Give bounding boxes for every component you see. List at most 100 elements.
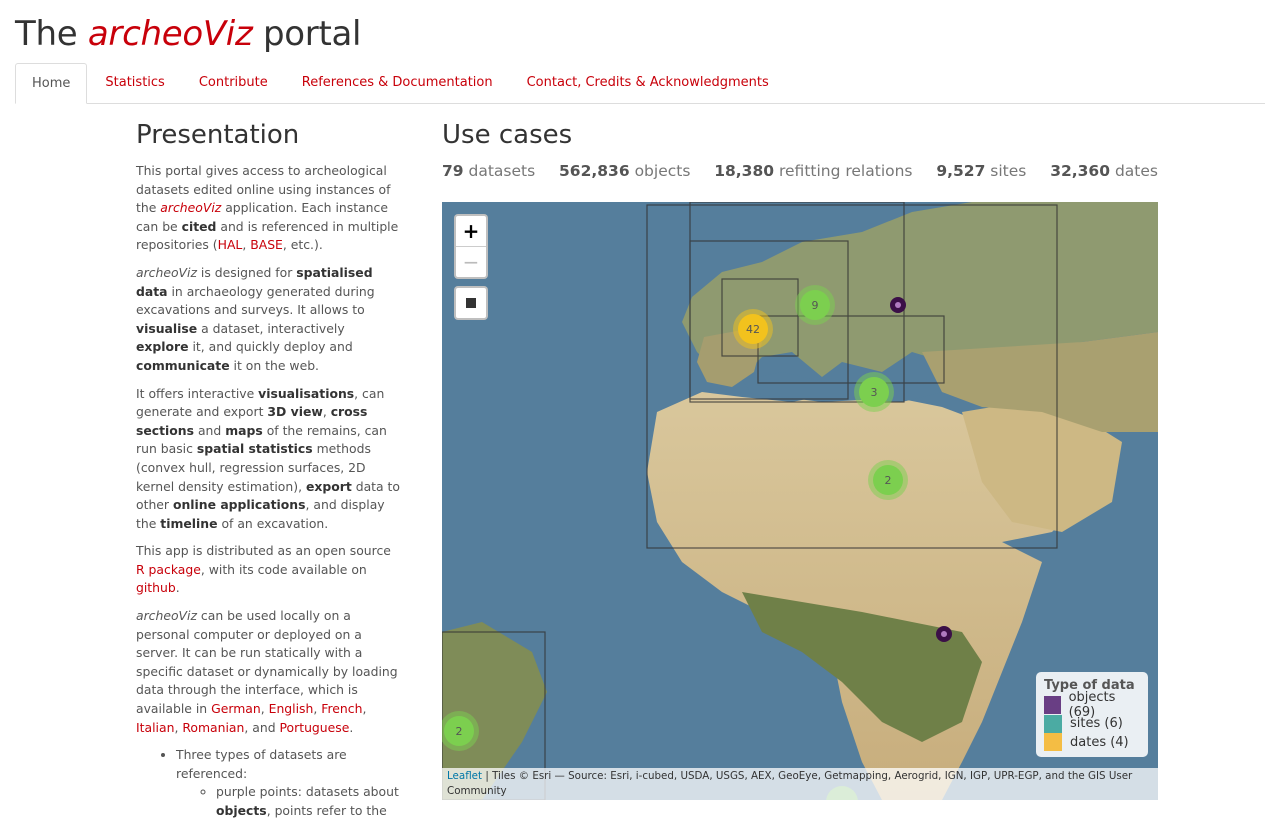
portal-title: The archeoViz portal	[15, 14, 362, 54]
bold-text: visualisations	[258, 385, 355, 401]
text: .	[349, 719, 354, 735]
text: Three types of datasets are referenced:	[176, 747, 347, 781]
title-suffix: portal	[263, 14, 362, 54]
text: ,	[260, 701, 269, 717]
bold-text: cited	[181, 218, 217, 234]
paragraph-distribution: This app is distributed as an open sourc…	[136, 542, 401, 598]
text: can be used locally on a personal comput…	[136, 608, 398, 717]
presentation-title: Presentation	[136, 120, 300, 150]
lang-german-link[interactable]: German	[211, 701, 261, 716]
draw-rectangle-button[interactable]	[454, 286, 488, 320]
text: , points refer to the	[266, 803, 387, 818]
list-item: purple points: datasets about objects, p…	[216, 783, 401, 820]
tab-contribute[interactable]: Contribute	[183, 63, 284, 102]
lang-french-link[interactable]: French	[321, 701, 362, 716]
hal-link[interactable]: HAL	[218, 237, 243, 252]
presentation-panel: Presentation This portal gives access to…	[136, 120, 401, 821]
bold-text: spatial statistics	[196, 441, 313, 457]
square-icon	[466, 298, 476, 308]
italic-text: archeoViz	[136, 608, 197, 624]
r-package-link[interactable]: R package	[136, 562, 201, 577]
archeoviz-link[interactable]: archeoViz	[160, 200, 221, 215]
stat-label: datasets	[468, 162, 536, 180]
lang-italian-link[interactable]: Italian	[136, 720, 174, 735]
text: , and	[244, 719, 280, 735]
paragraph-features: It offers interactive visualisations, ca…	[136, 385, 401, 534]
cluster-label: 2	[885, 474, 892, 487]
legend-item-dates: dates (4)	[1044, 733, 1140, 752]
usecases-title: Use cases	[442, 120, 573, 150]
usecases-panel: Use cases 79 datasets 562,836 objects 18…	[442, 120, 1158, 180]
stat-label: objects	[634, 162, 691, 180]
attribution-text: | Tiles © Esri — Source: Esri, i-cubed, …	[447, 770, 1133, 797]
bold-text: online applications	[172, 497, 306, 513]
zoom-out-button[interactable]: −	[456, 246, 486, 277]
cluster-9[interactable]: 9	[795, 285, 835, 325]
legend-label: sites (6)	[1070, 716, 1123, 732]
stat-datasets: 79 datasets	[442, 162, 535, 180]
map-view[interactable]: 42 9 3 2 2 + − Type of data objects (69)…	[442, 202, 1158, 800]
stat-value: 18,380	[714, 162, 775, 180]
lang-portuguese-link[interactable]: Portuguese	[280, 720, 350, 735]
legend-swatch	[1044, 714, 1062, 733]
bold-text: explore	[136, 339, 189, 355]
leaflet-link[interactable]: Leaflet	[447, 770, 482, 782]
github-link[interactable]: github	[136, 580, 176, 595]
base-link[interactable]: BASE	[250, 237, 283, 252]
stat-label: refitting relations	[778, 162, 913, 180]
lang-romanian-link[interactable]: Romanian	[182, 720, 244, 735]
cluster-label: 9	[812, 299, 819, 312]
zoom-in-button[interactable]: +	[456, 216, 486, 246]
stat-refits: 18,380 refitting relations	[714, 162, 912, 180]
text: is designed for	[196, 264, 297, 280]
object-point-core	[895, 302, 901, 308]
stats-bar: 79 datasets 562,836 objects 18,380 refit…	[442, 162, 1158, 180]
stat-value: 79	[442, 162, 464, 180]
legend-swatch	[1044, 696, 1061, 715]
text: purple points: datasets about	[216, 784, 399, 800]
text: it on the web.	[229, 357, 319, 373]
cluster-42[interactable]: 42	[733, 309, 773, 349]
stat-sites: 9,527 sites	[936, 162, 1026, 180]
tab-contact[interactable]: Contact, Credits & Acknowledgments	[511, 63, 785, 102]
cluster-label: 3	[871, 386, 878, 399]
map-legend: Type of data objects (69) sites (6) date…	[1036, 672, 1148, 757]
stat-dates: 32,360 dates	[1050, 162, 1158, 180]
main-nav: Home Statistics Contribute References & …	[15, 63, 1265, 104]
italic-text: archeoViz	[136, 264, 197, 280]
cluster-3[interactable]: 3	[854, 372, 894, 412]
object-point-core	[941, 631, 947, 637]
stat-value: 9,527	[936, 162, 986, 180]
text: a dataset, interactively	[197, 320, 345, 336]
text: , with its code available on	[200, 561, 367, 577]
title-app-name: archeoViz	[87, 14, 253, 54]
dataset-types-list: Three types of datasets are referenced: …	[136, 746, 401, 820]
bold-text: timeline	[160, 515, 218, 531]
text: in archaeology generated during excavati…	[136, 283, 375, 318]
legend-label: dates (4)	[1070, 734, 1129, 750]
tab-references[interactable]: References & Documentation	[286, 63, 509, 102]
zoom-control: + −	[454, 214, 488, 279]
bold-text: 3D view	[267, 404, 323, 420]
cluster-2[interactable]: 2	[868, 460, 908, 500]
stat-objects: 562,836 objects	[559, 162, 690, 180]
map-attribution: Leaflet | Tiles © Esri — Source: Esri, i…	[442, 768, 1158, 800]
text: ,	[362, 701, 367, 717]
cluster-label: 2	[456, 725, 463, 738]
list-item: Three types of datasets are referenced: …	[176, 746, 401, 820]
paragraph-languages: archeoViz can be used locally on a perso…	[136, 607, 401, 737]
text: ,	[322, 404, 331, 420]
legend-swatch	[1044, 733, 1062, 752]
tab-statistics[interactable]: Statistics	[89, 63, 180, 102]
text: This app is distributed as an open sourc…	[136, 543, 391, 559]
title-prefix: The	[15, 14, 78, 54]
bold-text: communicate	[136, 357, 230, 373]
lang-english-link[interactable]: English	[269, 701, 314, 716]
bold-text: objects	[216, 803, 267, 818]
text: , etc.).	[282, 237, 323, 253]
bold-text: visualise	[136, 320, 198, 336]
tab-home[interactable]: Home	[15, 63, 88, 104]
stat-label: dates	[1114, 162, 1158, 180]
paragraph-intro: This portal gives access to archeologica…	[136, 162, 401, 255]
bold-text: maps	[225, 422, 263, 438]
